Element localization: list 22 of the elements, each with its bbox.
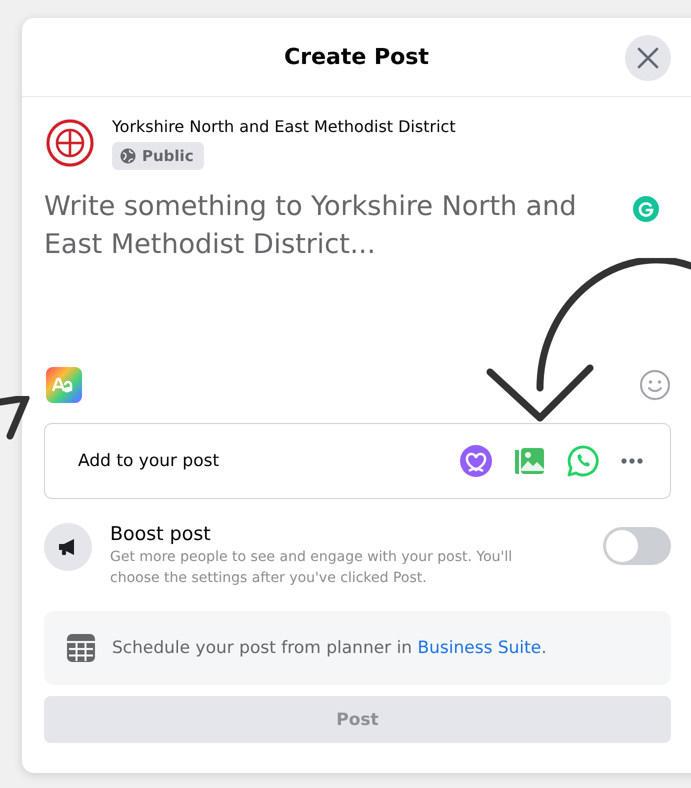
- megaphone-icon: [44, 523, 92, 571]
- dialog-title: Create Post: [284, 44, 429, 70]
- whatsapp-icon[interactable]: [566, 444, 600, 478]
- schedule-text: Schedule your post from planner in Business Suite.: [112, 638, 547, 658]
- audience-button[interactable]: Public: [112, 142, 204, 170]
- emoji-icon[interactable]: [639, 369, 671, 401]
- more-icon[interactable]: [620, 457, 644, 465]
- add-to-post-label: Add to your post: [78, 451, 220, 471]
- logo-icon: [44, 117, 96, 169]
- business-suite-link[interactable]: Business Suite: [417, 638, 542, 658]
- calendar-icon: [66, 633, 96, 663]
- boost-description: Get more people to see and engage with your post. You'll choose the settings after you've clicked Post.: [110, 548, 514, 588]
- grammarly-icon[interactable]: [633, 196, 659, 222]
- hand-drawn-mark-drawing: [0, 396, 32, 440]
- author-name: Yorkshire North and East Methodist District: [112, 117, 456, 136]
- boost-title: Boost post: [110, 523, 212, 545]
- close-button[interactable]: [625, 35, 671, 81]
- text-style-icon[interactable]: [44, 365, 84, 405]
- close-icon: [637, 47, 659, 69]
- boost-toggle[interactable]: [603, 527, 671, 565]
- photo-icon[interactable]: [512, 445, 546, 477]
- post-text-field[interactable]: Write something to Yorkshire North and East Methodist District...: [44, 188, 614, 308]
